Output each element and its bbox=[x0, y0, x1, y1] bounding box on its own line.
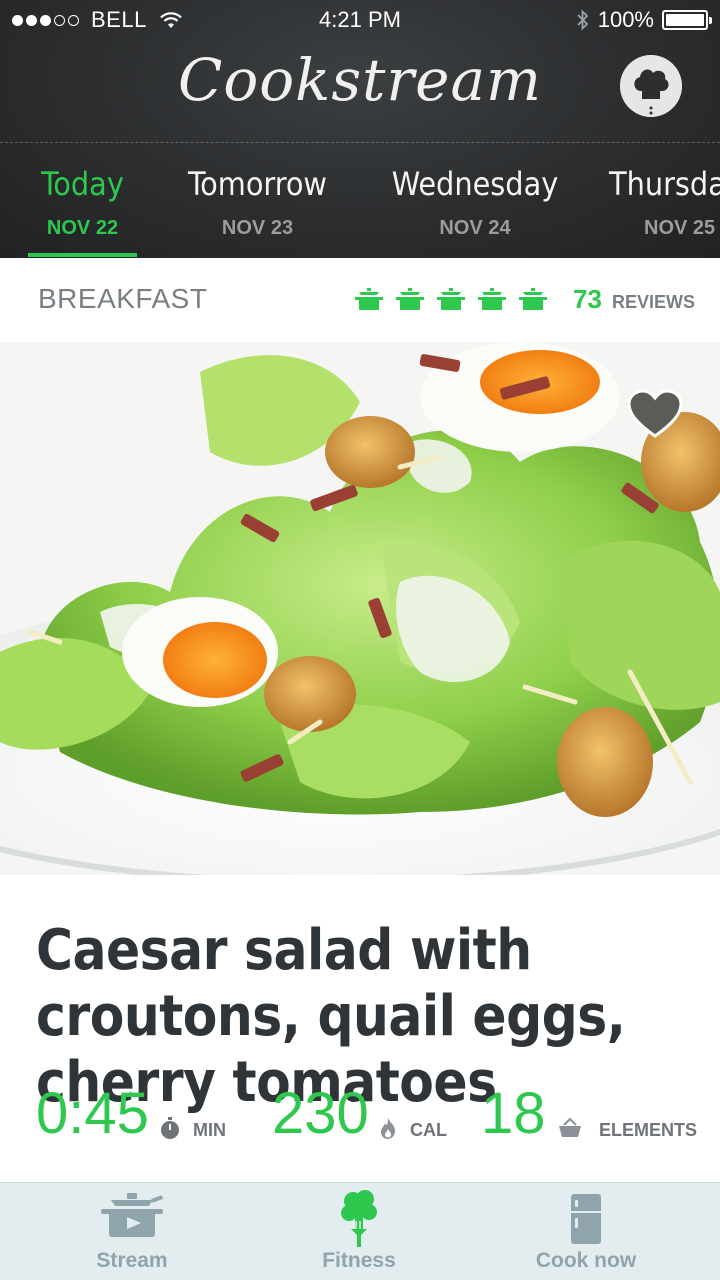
timer-icon bbox=[161, 1117, 179, 1139]
recipe-stats: 0:45 MIN 230 CAL 18 ELEMENTS bbox=[0, 1080, 720, 1150]
review-label[interactable]: REVIEWS bbox=[612, 292, 695, 313]
ingredients-value: 18 bbox=[481, 1081, 546, 1146]
recipe-meta-row: BREAKFAST 73 REVIEWS bbox=[0, 258, 720, 342]
broccoli-fork-icon bbox=[341, 1190, 377, 1247]
tab-cook-now[interactable]: Cook now bbox=[520, 1183, 652, 1280]
day-tab-date: NOV 22 bbox=[46, 217, 119, 239]
basket-icon bbox=[559, 1117, 581, 1137]
cooking-pot-icon bbox=[478, 288, 506, 310]
app-logo: Cookstream bbox=[177, 46, 543, 114]
day-tab-name: Tomorrow bbox=[188, 165, 327, 203]
prep-time-label: MIN bbox=[193, 1120, 226, 1140]
rating-pots[interactable] bbox=[354, 286, 548, 312]
bottom-tab-bar: Stream Fitness Cook now bbox=[0, 1182, 720, 1280]
cooking-pot-icon bbox=[396, 288, 424, 310]
day-tab-name: Wednesday bbox=[391, 165, 559, 203]
cooking-pot-icon bbox=[519, 288, 547, 310]
cooking-pot-icon bbox=[355, 288, 383, 310]
day-tab-wednesday[interactable]: Wednesday NOV 24 bbox=[390, 143, 560, 259]
day-tabs: Today NOV 22 Tomorrow NOV 23 Wednesday N… bbox=[0, 142, 720, 258]
tab-label: Stream bbox=[96, 1249, 168, 1272]
bluetooth-icon bbox=[577, 9, 588, 31]
day-tab-thursday[interactable]: Thursday NOV 25 bbox=[606, 143, 720, 259]
tab-fitness[interactable]: Fitness bbox=[300, 1183, 418, 1280]
flame-icon bbox=[381, 1118, 395, 1139]
favorite-heart-icon[interactable] bbox=[626, 388, 684, 440]
day-tab-name: Today bbox=[41, 165, 124, 203]
day-tab-date: NOV 25 bbox=[644, 217, 716, 239]
status-bar: BELL 4:21 PM 100% bbox=[0, 0, 720, 40]
tab-label: Cook now bbox=[535, 1249, 637, 1272]
day-tab-today[interactable]: Today NOV 22 bbox=[28, 143, 137, 259]
dish-photo[interactable] bbox=[0, 342, 720, 875]
day-tab-tomorrow[interactable]: Tomorrow NOV 23 bbox=[180, 143, 335, 259]
fridge-icon bbox=[571, 1194, 601, 1244]
cooking-pot-icon bbox=[437, 288, 465, 310]
active-day-indicator bbox=[28, 253, 137, 257]
app-header: BELL 4:21 PM 100% Cookstream Today NOV 2… bbox=[0, 0, 720, 258]
battery-percent: 100% bbox=[597, 7, 654, 32]
day-tab-date: NOV 23 bbox=[221, 217, 294, 239]
chef-hat-icon[interactable] bbox=[620, 55, 682, 117]
status-right: 100% bbox=[576, 7, 712, 33]
tab-stream[interactable]: Stream bbox=[60, 1183, 204, 1280]
calories-label: CAL bbox=[410, 1120, 447, 1140]
day-tab-date: NOV 24 bbox=[439, 217, 511, 239]
meal-category: BREAKFAST bbox=[38, 283, 208, 314]
battery-icon bbox=[662, 10, 712, 30]
day-tab-name: Thursday bbox=[609, 165, 720, 203]
pot-icon bbox=[101, 1193, 163, 1237]
tab-label: Fitness bbox=[322, 1249, 396, 1272]
ingredients-label: ELEMENTS bbox=[599, 1120, 698, 1140]
calories-value: 230 bbox=[272, 1081, 369, 1146]
review-count[interactable]: 73 bbox=[573, 284, 602, 315]
prep-time-value: 0:45 bbox=[36, 1081, 149, 1146]
